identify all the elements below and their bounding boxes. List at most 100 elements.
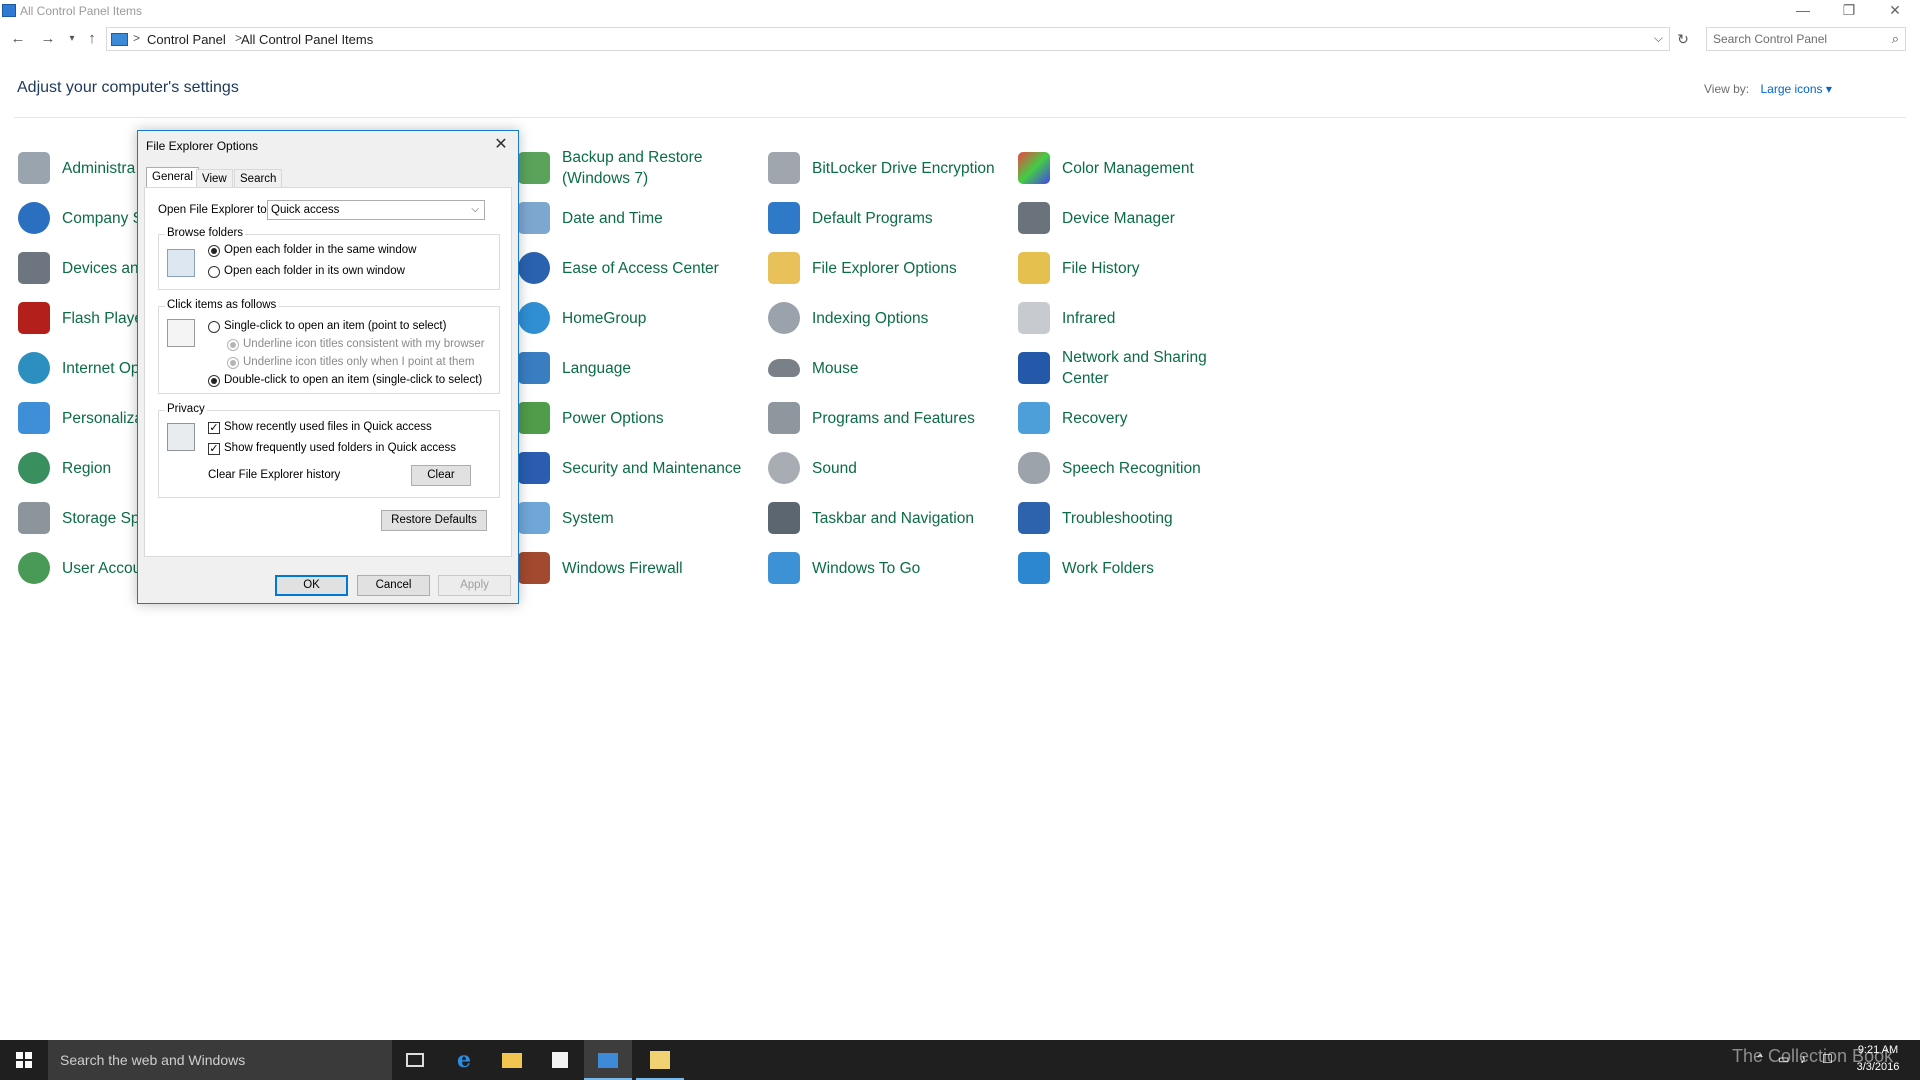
radio-single-click-label[interactable]: Single-click to open an item (point to s… bbox=[224, 320, 446, 332]
store-button[interactable] bbox=[536, 1040, 584, 1080]
cp-item-storage-spaces[interactable]: Storage Sp bbox=[18, 498, 140, 538]
cancel-button[interactable]: Cancel bbox=[357, 575, 430, 596]
cp-item-sound[interactable]: Sound bbox=[768, 448, 857, 488]
cp-item-backup-and-restore[interactable]: Backup and Restore (Windows 7) bbox=[518, 148, 742, 188]
radio-underline-browser[interactable] bbox=[227, 339, 239, 351]
cp-item-region[interactable]: Region bbox=[18, 448, 111, 488]
open-to-dropdown[interactable]: Quick access ⌵ bbox=[267, 200, 485, 220]
cp-item-company-settings[interactable]: Company S bbox=[18, 198, 143, 238]
cp-item-indexing-options[interactable]: Indexing Options bbox=[768, 298, 928, 338]
dialog-title: File Explorer Options bbox=[146, 139, 259, 153]
breadcrumb-control-panel[interactable]: Control Panel bbox=[147, 32, 226, 47]
taskbar-search-box[interactable]: Search the web and Windows bbox=[48, 1040, 392, 1080]
cp-item-color-management[interactable]: Color Management bbox=[1018, 148, 1194, 188]
volume-icon[interactable]: ♪ bbox=[1800, 1052, 1806, 1066]
apply-button[interactable]: Apply bbox=[438, 575, 511, 596]
task-view-icon bbox=[406, 1053, 424, 1067]
radio-underline-point-label[interactable]: Underline icon titles only when I point … bbox=[243, 356, 474, 368]
address-dropdown-chevron-icon[interactable]: ⌵ bbox=[1654, 31, 1663, 46]
restore-button[interactable]: ❐ bbox=[1826, 0, 1872, 22]
file-explorer-options-taskbar-button[interactable] bbox=[636, 1040, 684, 1080]
tray-chevron-icon[interactable]: ⌃ bbox=[1755, 1052, 1765, 1066]
cp-item-bitlocker[interactable]: BitLocker Drive Encryption bbox=[768, 148, 995, 188]
recent-locations-chevron-icon[interactable]: ▾ bbox=[62, 33, 82, 44]
checkbox-frequent-folders[interactable]: ✓ bbox=[208, 443, 220, 455]
cp-item-security-and-maintenance[interactable]: Security and Maintenance bbox=[518, 448, 741, 488]
edge-browser-button[interactable]: e bbox=[440, 1040, 488, 1080]
cp-item-internet-options[interactable]: Internet Op bbox=[18, 348, 140, 388]
radio-underline-browser-label[interactable]: Underline icon titles consistent with my… bbox=[243, 338, 485, 350]
radio-single-click[interactable] bbox=[208, 321, 220, 333]
radio-double-click-label[interactable]: Double-click to open an item (single-cli… bbox=[224, 374, 482, 386]
start-button[interactable] bbox=[0, 1040, 48, 1080]
minimize-button[interactable]: — bbox=[1780, 0, 1826, 22]
up-arrow-icon[interactable]: ↑ bbox=[82, 30, 102, 47]
control-panel-app-icon bbox=[2, 4, 16, 17]
cp-item-programs-and-features[interactable]: Programs and Features bbox=[768, 398, 975, 438]
tab-view[interactable]: View bbox=[196, 169, 233, 188]
cp-item-administrative-tools[interactable]: Administra bbox=[18, 148, 135, 188]
cp-item-homegroup[interactable]: HomeGroup bbox=[518, 298, 646, 338]
breadcrumb-all-items[interactable]: All Control Panel Items bbox=[241, 32, 373, 47]
cp-item-troubleshooting[interactable]: Troubleshooting bbox=[1018, 498, 1173, 538]
cp-item-mouse[interactable]: Mouse bbox=[768, 348, 859, 388]
cp-item-date-and-time[interactable]: Date and Time bbox=[518, 198, 663, 238]
dialog-close-icon[interactable]: ✕ bbox=[490, 134, 512, 156]
network-icon[interactable]: ▭ bbox=[1778, 1052, 1789, 1066]
cp-item-user-accounts[interactable]: User Accou bbox=[18, 548, 141, 588]
work-folders-icon bbox=[1018, 552, 1050, 584]
cp-item-file-history[interactable]: File History bbox=[1018, 248, 1140, 288]
control-panel-taskbar-button[interactable] bbox=[584, 1040, 632, 1080]
action-center-icon[interactable]: ☐ bbox=[1822, 1052, 1833, 1066]
cp-item-devices-and-printers[interactable]: Devices an bbox=[18, 248, 139, 288]
clear-history-button[interactable]: Clear bbox=[411, 465, 471, 486]
mouse-icon bbox=[768, 359, 800, 377]
cp-item-power-options[interactable]: Power Options bbox=[518, 398, 664, 438]
address-bar[interactable]: > Control Panel > All Control Panel Item… bbox=[106, 27, 1670, 51]
radio-same-window-label[interactable]: Open each folder in the same window bbox=[224, 244, 416, 256]
cp-item-language[interactable]: Language bbox=[518, 348, 631, 388]
refresh-icon[interactable]: ↻ bbox=[1674, 27, 1692, 51]
cp-item-windows-firewall[interactable]: Windows Firewall bbox=[518, 548, 683, 588]
cp-item-taskbar-and-navigation[interactable]: Taskbar and Navigation bbox=[768, 498, 974, 538]
cp-item-recovery[interactable]: Recovery bbox=[1018, 398, 1127, 438]
cp-item-system[interactable]: System bbox=[518, 498, 614, 538]
checkbox-recent-files-label[interactable]: Show recently used files in Quick access bbox=[224, 421, 432, 433]
task-view-button[interactable] bbox=[392, 1040, 440, 1080]
back-arrow-icon[interactable]: ← bbox=[8, 30, 28, 47]
radio-double-click[interactable] bbox=[208, 375, 220, 387]
browse-folders-title: Browse folders bbox=[165, 227, 246, 239]
ok-button[interactable]: OK bbox=[275, 575, 348, 596]
cp-item-default-programs[interactable]: Default Programs bbox=[768, 198, 933, 238]
cp-item-device-manager[interactable]: Device Manager bbox=[1018, 198, 1175, 238]
taskbar-clock[interactable]: 9:21 AM 3/3/2016 bbox=[1848, 1042, 1908, 1076]
forward-arrow-icon[interactable]: → bbox=[38, 30, 58, 47]
storage-spaces-icon bbox=[18, 502, 50, 534]
checkbox-frequent-folders-label[interactable]: Show frequently used folders in Quick ac… bbox=[224, 442, 456, 454]
radio-same-window[interactable] bbox=[208, 245, 220, 257]
search-control-panel-input[interactable]: Search Control Panel ⌕ bbox=[1706, 27, 1906, 51]
breadcrumb-separator[interactable]: > bbox=[133, 31, 140, 45]
tab-general[interactable]: General bbox=[146, 167, 199, 189]
radio-own-window[interactable] bbox=[208, 266, 220, 278]
cp-item-speech-recognition[interactable]: Speech Recognition bbox=[1018, 448, 1201, 488]
view-by-dropdown[interactable]: Large icons ▾ bbox=[1760, 82, 1831, 96]
file-explorer-taskbar-button[interactable] bbox=[488, 1040, 536, 1080]
cp-item-ease-of-access[interactable]: Ease of Access Center bbox=[518, 248, 719, 288]
close-window-button[interactable]: ✕ bbox=[1872, 0, 1918, 22]
radio-own-window-label[interactable]: Open each folder in its own window bbox=[224, 265, 405, 277]
search-icon[interactable]: ⌕ bbox=[1892, 31, 1899, 47]
tab-search[interactable]: Search bbox=[234, 169, 283, 188]
radio-underline-point[interactable] bbox=[227, 357, 239, 369]
cp-item-windows-to-go[interactable]: Windows To Go bbox=[768, 548, 920, 588]
cp-item-flash-player[interactable]: Flash Playe bbox=[18, 298, 143, 338]
cp-item-file-explorer-options[interactable]: File Explorer Options bbox=[768, 248, 957, 288]
cp-item-personalization[interactable]: Personaliza bbox=[18, 398, 143, 438]
checkbox-recent-files[interactable]: ✓ bbox=[208, 422, 220, 434]
cp-item-network-and-sharing[interactable]: Network and Sharing Center bbox=[1018, 348, 1242, 388]
click-items-title: Click items as follows bbox=[165, 299, 279, 311]
cp-item-infrared[interactable]: Infrared bbox=[1018, 298, 1115, 338]
restore-defaults-button[interactable]: Restore Defaults bbox=[381, 510, 487, 531]
cp-item-work-folders[interactable]: Work Folders bbox=[1018, 548, 1154, 588]
control-panel-small-icon bbox=[111, 33, 128, 46]
